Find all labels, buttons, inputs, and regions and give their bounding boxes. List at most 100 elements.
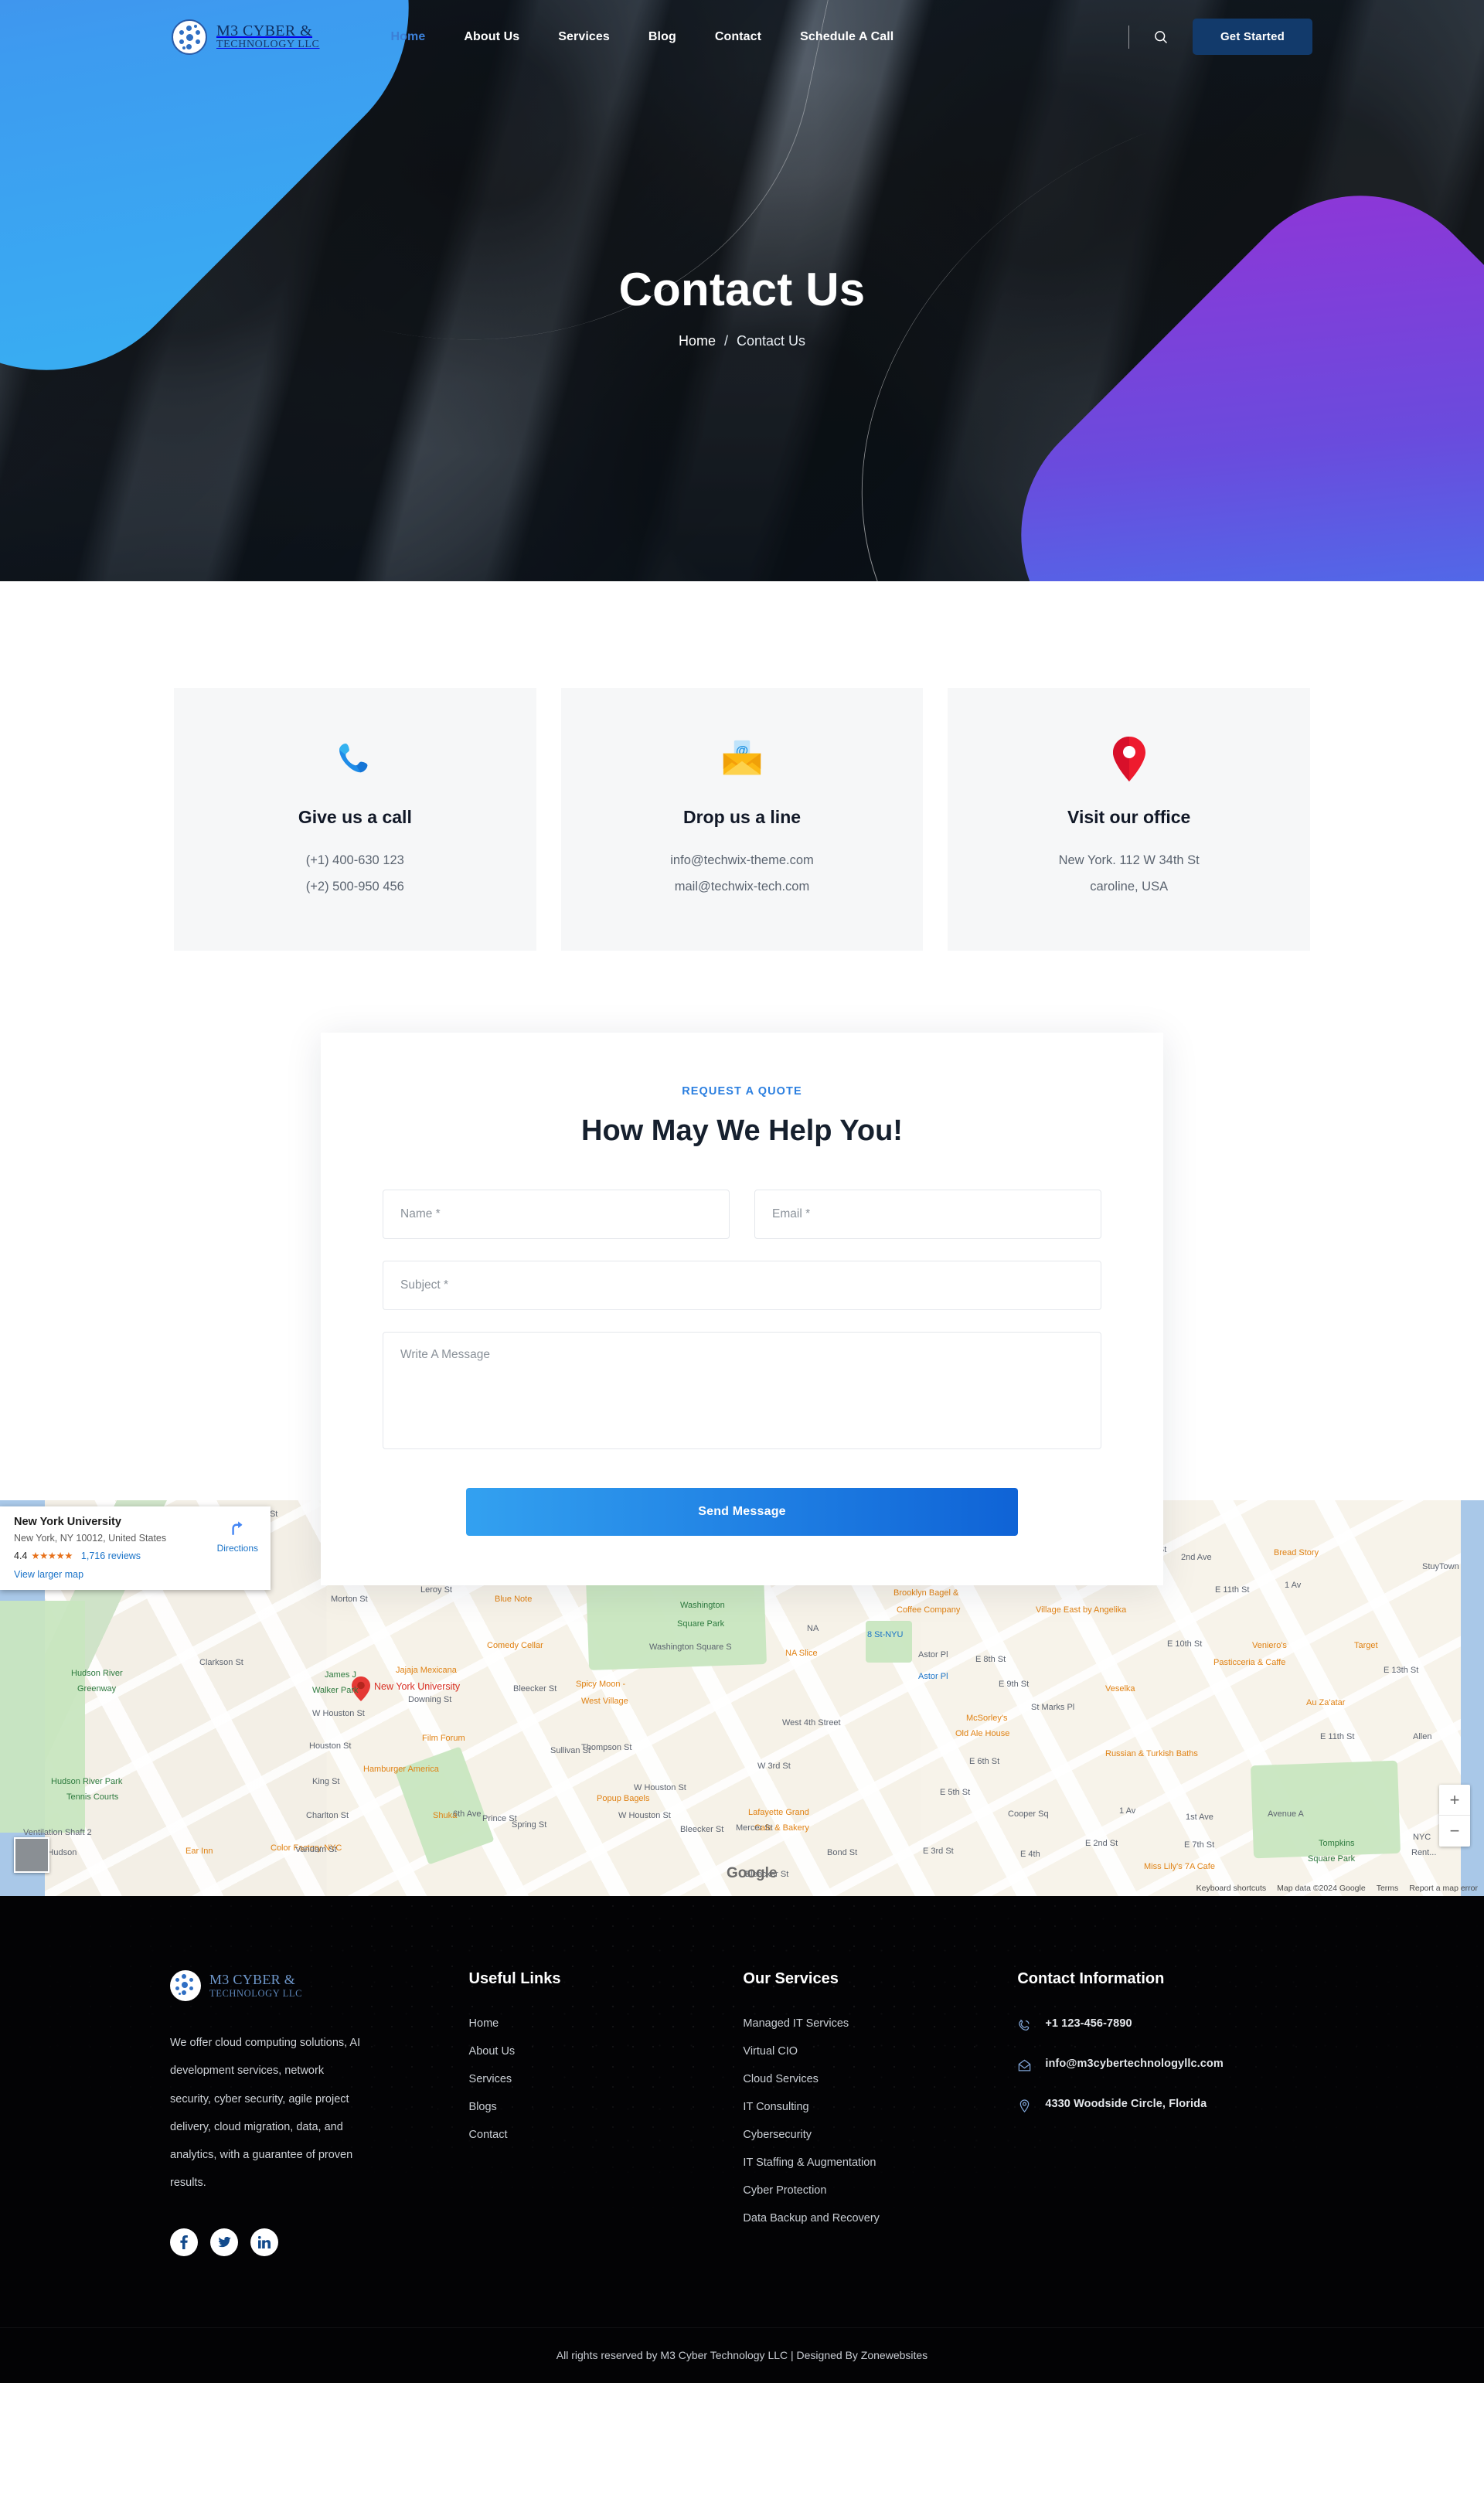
map-label: 1st Ave xyxy=(1186,1813,1213,1822)
email-input[interactable] xyxy=(754,1190,1101,1239)
phone-icon xyxy=(1017,2018,1033,2037)
nav-item-schedule-a-call[interactable]: Schedule A Call xyxy=(800,30,893,44)
nav-item-contact[interactable]: Contact xyxy=(715,30,761,44)
map-rating-score: 4.4 xyxy=(14,1550,28,1561)
breadcrumb-home[interactable]: Home xyxy=(679,333,716,349)
search-button[interactable] xyxy=(1149,26,1173,49)
contact-card-line-2: caroline, USA xyxy=(1090,879,1169,894)
contact-card-email: @ Drop us a line info@techwix-theme.com … xyxy=(560,688,924,951)
map-label: W 3rd St xyxy=(757,1762,791,1771)
keyboard-shortcuts-link[interactable]: Keyboard shortcuts xyxy=(1196,1884,1266,1893)
search-icon xyxy=(1155,30,1167,43)
footer-contact-phone[interactable]: +1 123-456-7890 xyxy=(1017,2017,1314,2037)
request-quote-section: REQUEST A QUOTE How May We Help You! Sen… xyxy=(0,997,1484,1585)
breadcrumb-current: Contact Us xyxy=(737,333,806,349)
get-started-button[interactable]: Get Started xyxy=(1192,19,1312,55)
footer-service-virtual-cio[interactable]: Virtual CIO xyxy=(743,2045,1017,2058)
form-row-message xyxy=(383,1332,1101,1449)
map-label: St Marks Pl xyxy=(1031,1703,1075,1712)
map-label: 8 St-NYU xyxy=(867,1630,904,1639)
map-label: Square Park xyxy=(1308,1854,1356,1864)
map-label: Mercer St xyxy=(736,1823,773,1833)
nav-item-home[interactable]: Home xyxy=(390,30,425,44)
map-label: Vandam St xyxy=(295,1845,337,1854)
copyright-text: All rights reserved by M3 Cyber Technolo… xyxy=(556,2349,928,2361)
map-label: Spicy Moon - xyxy=(576,1680,626,1689)
footer-link-contact[interactable]: Contact xyxy=(469,2129,744,2141)
footer-link-blogs[interactable]: Blogs xyxy=(469,2101,744,2113)
footer-service-cybersecurity[interactable]: Cybersecurity xyxy=(743,2129,1017,2141)
hero-content: Contact Us Home / Contact Us xyxy=(0,263,1484,349)
map-directions-button[interactable]: Directions xyxy=(217,1517,258,1554)
form-eyebrow: REQUEST A QUOTE xyxy=(682,1085,802,1098)
terms-link[interactable]: Terms xyxy=(1377,1884,1399,1893)
map-label: W Houston St xyxy=(312,1709,365,1718)
twitter-icon[interactable] xyxy=(210,2228,238,2256)
contact-card-line-1: New York. 112 W 34th St xyxy=(1058,853,1200,867)
map-label: Morton St xyxy=(331,1595,368,1604)
nav-item-about-us[interactable]: About Us xyxy=(464,30,519,44)
map-label: W Houston St xyxy=(618,1811,671,1820)
nav-item-services[interactable]: Services xyxy=(558,30,610,44)
name-input[interactable] xyxy=(383,1190,730,1239)
footer-contact-email[interactable]: info@m3cybertechnologyllc.com xyxy=(1017,2058,1314,2077)
contact-card-line-2: mail@techwix-tech.com xyxy=(674,879,810,894)
footer-service-it-consulting[interactable]: IT Consulting xyxy=(743,2101,1017,2113)
directions-arrow-icon xyxy=(232,1521,243,1535)
map-label: Jajaja Mexicana xyxy=(396,1666,457,1675)
map-label: Sullivan St xyxy=(550,1746,591,1755)
footer-service-cloud-services[interactable]: Cloud Services xyxy=(743,2073,1017,2085)
site-footer: M3 CYBER & TECHNOLOGY LLC We offer cloud… xyxy=(0,1896,1484,2383)
hero-banner: M3 CYBER & TECHNOLOGY LLC Home About Us … xyxy=(0,0,1484,581)
map-label: McSorley's xyxy=(966,1714,1008,1723)
map-label: Bleecker St xyxy=(680,1825,724,1834)
map-label: James J xyxy=(325,1670,356,1680)
footer-link-services[interactable]: Services xyxy=(469,2073,744,2085)
map-marker-label: New York University xyxy=(374,1681,461,1692)
site-logo[interactable]: M3 CYBER & TECHNOLOGY LLC xyxy=(172,19,319,55)
footer-service-data-backup[interactable]: Data Backup and Recovery xyxy=(743,2212,1017,2225)
map-label: E 4th xyxy=(1020,1850,1040,1859)
view-larger-map-link[interactable]: View larger map xyxy=(14,1569,260,1580)
facebook-icon[interactable] xyxy=(170,2228,198,2256)
map-review-count[interactable]: 1,716 reviews xyxy=(81,1551,141,1561)
map-label: E 8th St xyxy=(975,1655,1006,1664)
zoom-out-button[interactable]: − xyxy=(1439,1816,1470,1847)
nav-item-blog[interactable]: Blog xyxy=(648,30,676,44)
map-label: Ear Inn xyxy=(186,1847,213,1856)
send-message-button[interactable]: Send Message xyxy=(466,1488,1018,1536)
logo-line-2: TECHNOLOGY LLC xyxy=(216,38,320,50)
map-directions-label: Directions xyxy=(216,1543,258,1554)
report-map-error-link[interactable]: Report a map error xyxy=(1409,1884,1478,1893)
footer-contact-address[interactable]: 4330 Woodside Circle, Florida xyxy=(1017,2098,1314,2117)
map-label: Pasticceria & Caffe xyxy=(1213,1658,1286,1667)
linkedin-icon[interactable] xyxy=(250,2228,278,2256)
footer-contact-column: Contact Information +1 123-456-7890 info… xyxy=(1017,1970,1314,2256)
map-label: E 2nd St xyxy=(1085,1839,1118,1848)
footer-service-managed-it-services[interactable]: Managed IT Services xyxy=(743,2017,1017,2030)
map-label: Popup Bagels xyxy=(597,1794,650,1803)
message-textarea[interactable] xyxy=(383,1332,1101,1449)
map-label: Square Park xyxy=(677,1619,725,1629)
contact-card-line-1: (+1) 400-630 123 xyxy=(305,853,404,867)
footer-service-cyber-protection[interactable]: Cyber Protection xyxy=(743,2184,1017,2197)
map-label: E 6th St xyxy=(969,1757,1000,1766)
map-label: Downing St xyxy=(408,1695,452,1704)
header-actions: Get Started xyxy=(1128,19,1312,55)
street-view-thumbnail[interactable] xyxy=(14,1837,49,1873)
map-label: Houston St xyxy=(309,1741,352,1751)
map-label: Tennis Courts xyxy=(66,1792,119,1802)
contact-card-office: Visit our office New York. 112 W 34th St… xyxy=(948,688,1311,951)
contact-card-call: Give us a call (+1) 400-630 123 (+2) 500… xyxy=(174,688,536,951)
map-label: Greenway xyxy=(77,1684,117,1694)
subject-input[interactable] xyxy=(383,1261,1101,1310)
map-label: E 9th St xyxy=(999,1680,1030,1689)
footer-logo[interactable]: M3 CYBER & TECHNOLOGY LLC xyxy=(170,1970,415,2001)
footer-service-it-staffing[interactable]: IT Staffing & Augmentation xyxy=(743,2156,1017,2169)
zoom-in-button[interactable]: + xyxy=(1439,1785,1470,1816)
map-label: StuyTown xyxy=(1422,1562,1459,1571)
map-label: E 3rd St xyxy=(923,1847,954,1856)
footer-link-about-us[interactable]: About Us xyxy=(469,2045,744,2058)
footer-link-home[interactable]: Home xyxy=(469,2017,744,2030)
footer-columns: M3 CYBER & TECHNOLOGY LLC We offer cloud… xyxy=(170,1970,1314,2327)
